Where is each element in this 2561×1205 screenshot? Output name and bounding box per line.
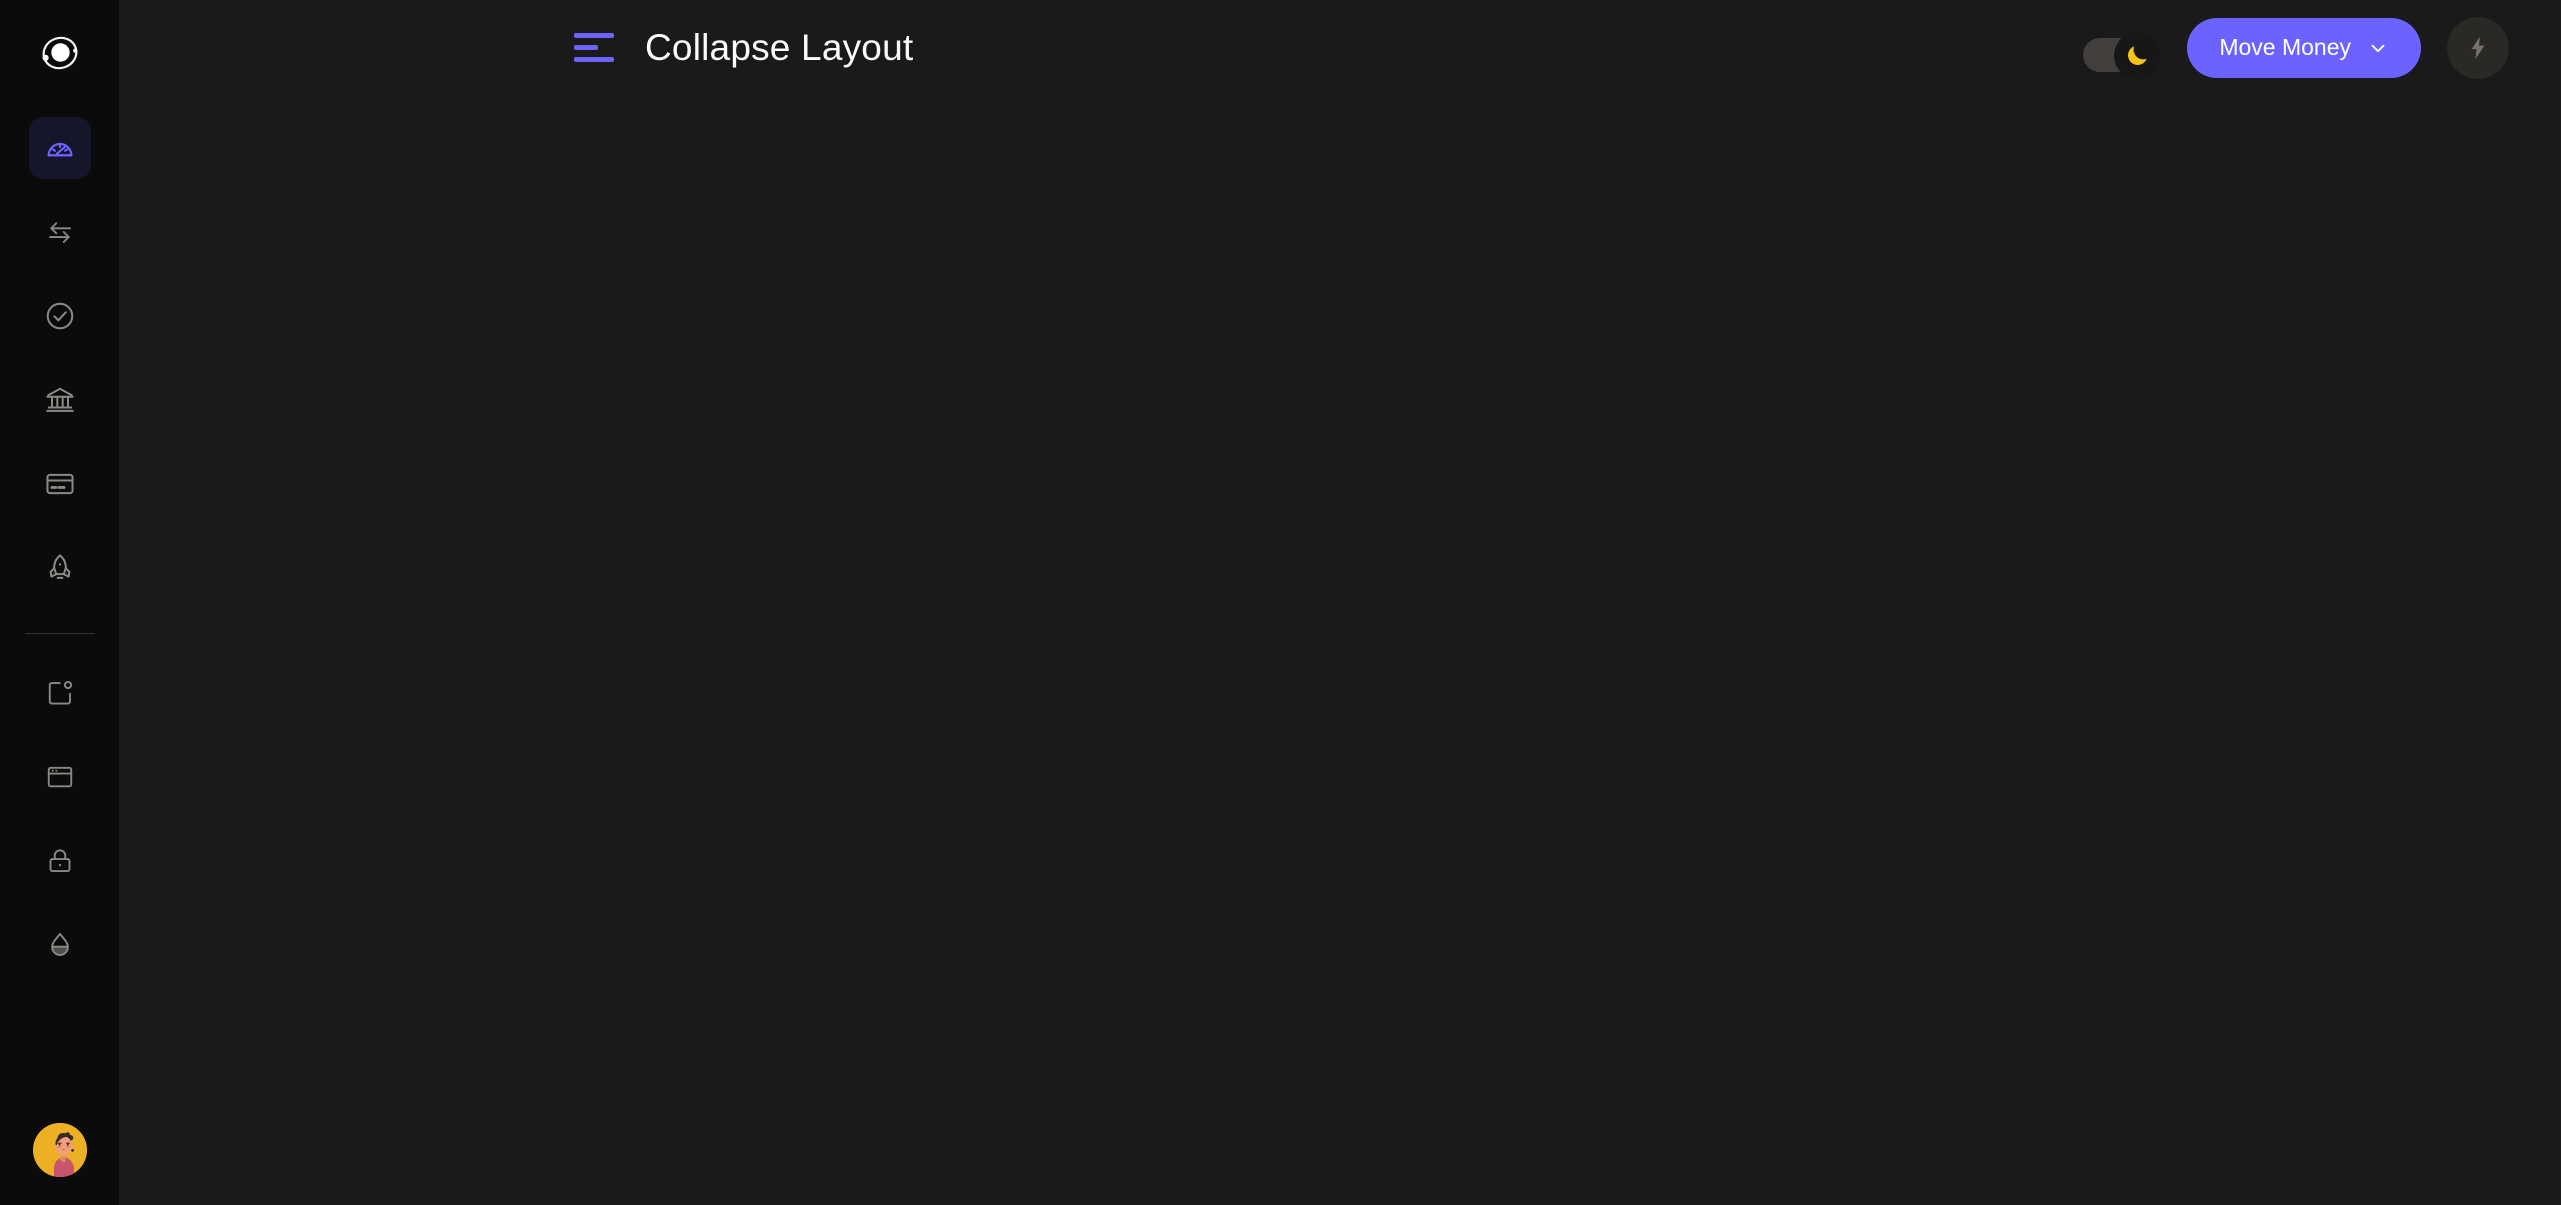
square-dot-icon	[45, 678, 75, 708]
app-root: Collapse Layout Move Money	[0, 0, 2561, 1205]
topbar-right-group: Move Money	[2083, 16, 2525, 79]
sidebar-divider	[24, 633, 95, 634]
sidebar	[0, 0, 119, 1205]
droplet-half-icon	[45, 930, 75, 960]
topbar: Collapse Layout Move Money	[119, 0, 2561, 95]
sidebar-item-approvals[interactable]	[29, 285, 91, 347]
sidebar-item-accounts[interactable]	[29, 369, 91, 431]
topbar-left-group: Collapse Layout	[574, 27, 913, 69]
rocket-icon	[44, 552, 76, 584]
bank-icon	[44, 384, 76, 416]
browser-window-icon	[45, 762, 75, 792]
align-left-menu-icon[interactable]	[574, 27, 616, 69]
move-money-button[interactable]: Move Money	[2187, 17, 2421, 78]
sidebar-item-cards[interactable]	[29, 453, 91, 515]
brand-logo[interactable]	[34, 27, 86, 79]
sidebar-item-launch[interactable]	[29, 537, 91, 599]
main-area: Collapse Layout Move Money	[119, 0, 2561, 1205]
sidebar-item-transfers[interactable]	[29, 201, 91, 263]
moon-icon	[2124, 42, 2151, 69]
sidebar-item-liquidity[interactable]	[29, 914, 91, 976]
dark-mode-toggle[interactable]	[2083, 31, 2162, 79]
check-circle-icon	[44, 300, 76, 332]
menu-line-bottom	[574, 57, 614, 62]
toggle-knob	[2114, 31, 2162, 79]
gauge-icon	[44, 132, 76, 164]
content-area	[119, 95, 2561, 1205]
orbit-logo-icon	[37, 30, 83, 76]
avatar[interactable]	[32, 1123, 87, 1177]
sidebar-nav-secondary	[0, 662, 119, 998]
lock-icon	[45, 846, 75, 876]
sidebar-item-workspace[interactable]	[29, 746, 91, 808]
quick-action-button[interactable]	[2447, 16, 2509, 79]
sidebar-nav-primary	[0, 117, 119, 621]
sidebar-item-security[interactable]	[29, 830, 91, 892]
sidebar-item-notifications[interactable]	[29, 662, 91, 724]
sidebar-item-dashboard[interactable]	[28, 117, 91, 179]
move-money-label: Move Money	[2219, 34, 2351, 60]
avatar-illustration	[32, 1123, 87, 1177]
menu-line-middle	[574, 45, 598, 50]
credit-card-icon	[44, 468, 76, 500]
chevron-down-icon	[2367, 37, 2389, 59]
menu-line-top	[574, 33, 614, 38]
arrows-exchange-icon	[45, 217, 75, 247]
page-title: Collapse Layout	[645, 26, 914, 68]
lightning-bolt-icon	[2464, 34, 2492, 62]
